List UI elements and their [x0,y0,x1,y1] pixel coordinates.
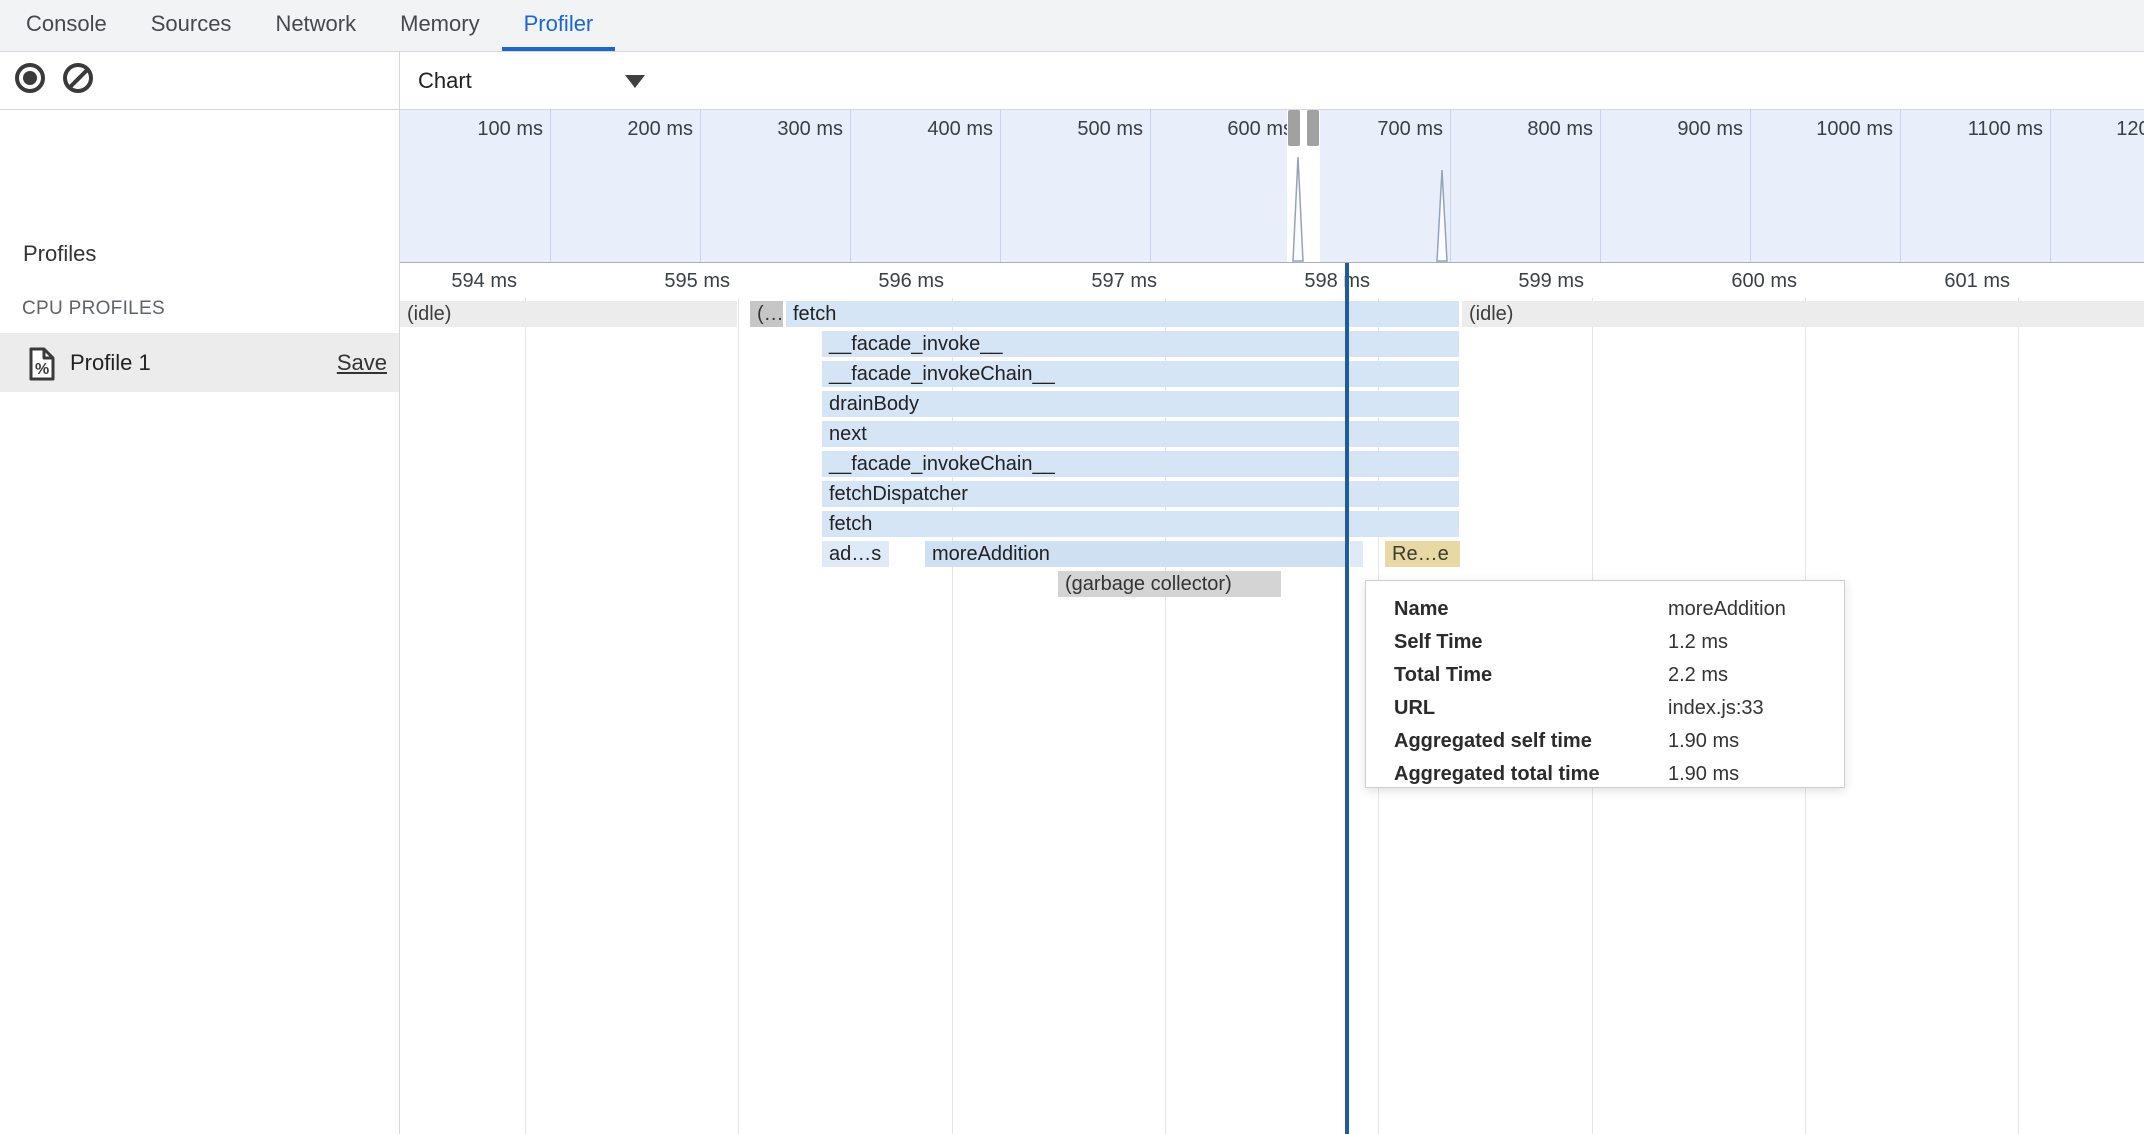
cpu-activity-chart [400,110,2144,263]
flame-bar-garbage-collector[interactable]: (garbage collector) [1058,571,1281,597]
tooltip-label: Aggregated self time [1366,725,1668,758]
profiles-sidebar: Profiles CPU PROFILES % Profile 1 Save [0,110,399,1134]
tooltip-value: 2.2 ms [1668,659,1728,692]
flame-tick-label: 601 ms [1880,270,2010,293]
flame-bar-drain-body[interactable]: drainBody [822,391,1459,417]
cpu-activity-spike [1437,170,1447,261]
profile-list-item[interactable]: % Profile 1 Save [0,333,399,392]
tooltip-label: Total Time [1366,659,1668,692]
flame-bar-fetch-dispatcher[interactable]: fetchDispatcher [822,481,1459,507]
profiler-toolbar: Chart [0,52,2144,110]
current-time-marker [1345,263,1349,1134]
tooltip-row: Aggregated self time 1.90 ms [1366,725,1844,758]
flame-bar-facade-invoke-chain[interactable]: __facade_invokeChain__ [822,361,1459,387]
tooltip-value: 1.2 ms [1668,626,1728,659]
flame-bar-fetch[interactable]: fetch [822,511,1459,537]
flame-bar-idle[interactable]: (idle) [1462,301,2144,327]
flame-gridline [525,298,526,1134]
tooltip-row: Aggregated total time 1.90 ms [1366,758,1844,791]
chevron-down-icon [625,75,645,88]
tooltip-label: URL [1366,692,1668,725]
tooltip-value: index.js:33 [1668,692,1764,725]
profiles-title: Profiles [23,241,96,267]
profile-document-icon: % [28,347,56,386]
cpu-profiles-section-label: CPU PROFILES [22,298,165,320]
flame-bar-fetch[interactable]: fetch [786,301,1459,327]
tooltip-row: Total Time 2.2 ms [1366,659,1844,692]
flame-tick-label: 600 ms [1667,270,1797,293]
tooltip-label: Self Time [1366,626,1668,659]
tooltip-value: moreAddition [1668,593,1786,626]
tab-profiler[interactable]: Profiler [502,0,616,51]
flame-tick-label: 598 ms [1240,270,1370,293]
record-icon[interactable] [15,63,45,93]
chart-view-select[interactable]: Chart [418,52,668,110]
flame-tick-label: 599 ms [1454,270,1584,293]
chart-view-select-value: Chart [418,68,472,93]
flame-tick-label: 594 ms [400,270,517,293]
flame-bar-more-addition[interactable]: moreAddition [925,541,1347,567]
profile-name: Profile 1 [70,333,151,392]
flame-bar-additions[interactable]: ad…s [822,541,889,567]
cpu-activity-spike [1293,157,1303,261]
flame-gridline [2018,298,2019,1134]
tooltip-row: Name moreAddition [1366,593,1844,626]
frame-details-tooltip: Name moreAddition Self Time 1.2 ms Total… [1365,580,1845,788]
tooltip-value: 1.90 ms [1668,725,1739,758]
devtools-profiler-panel: Console Sources Network Memory Profiler … [0,0,2144,1134]
tab-sources[interactable]: Sources [129,0,254,51]
tab-console[interactable]: Console [4,0,129,51]
flame-bar-response[interactable]: Re…e [1385,541,1460,567]
timeline-overview[interactable]: 100 ms 200 ms 300 ms 400 ms 500 ms 600 m… [400,110,2144,263]
flame-bar-facade-invoke-chain[interactable]: __facade_invokeChain__ [822,451,1459,477]
flame-tick-label: 595 ms [600,270,730,293]
tab-memory[interactable]: Memory [378,0,501,51]
flame-tick-label: 596 ms [814,270,944,293]
svg-text:%: % [35,361,49,378]
flame-gridline [738,298,739,1134]
tab-network[interactable]: Network [253,0,378,51]
devtools-tab-bar: Console Sources Network Memory Profiler [0,0,2144,52]
tooltip-value: 1.90 ms [1668,758,1739,791]
clear-icon[interactable] [63,63,93,93]
tooltip-row: Self Time 1.2 ms [1366,626,1844,659]
flame-bar-small[interactable] [1350,541,1363,567]
flame-bar-program[interactable]: (… [750,301,783,327]
flame-tick-label: 597 ms [1027,270,1157,293]
save-link[interactable]: Save [337,333,387,392]
flame-bar-facade-invoke[interactable]: __facade_invoke__ [822,331,1459,357]
tooltip-label: Name [1366,593,1668,626]
tooltip-label: Aggregated total time [1366,758,1668,791]
flame-chart[interactable]: 594 ms 595 ms 596 ms 597 ms 598 ms 599 m… [400,263,2144,1134]
flame-bar-idle[interactable]: (idle) [400,301,737,327]
flame-bar-next[interactable]: next [822,421,1459,447]
tooltip-row: URL index.js:33 [1366,692,1844,725]
